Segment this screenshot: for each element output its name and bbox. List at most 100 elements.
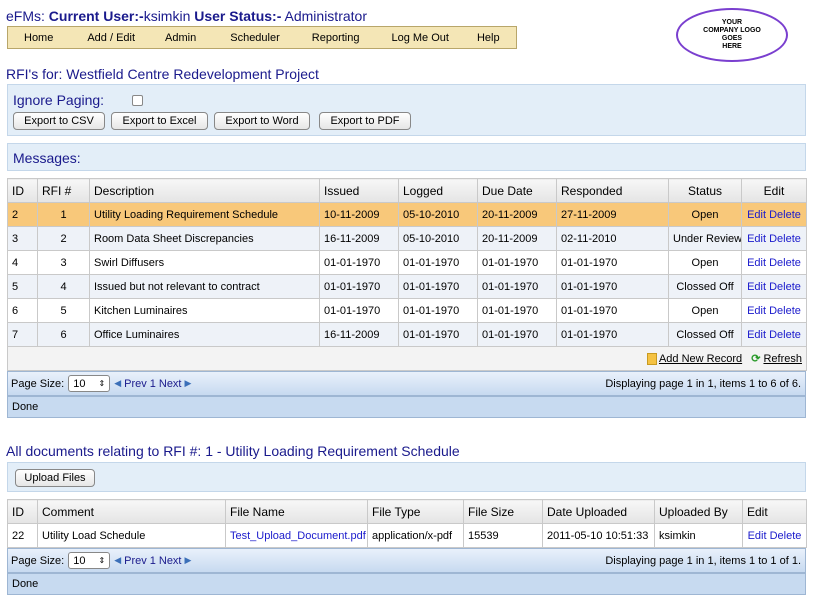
cell-issued: 01-01-1970 bbox=[319, 250, 399, 275]
delete-link[interactable]: Delete bbox=[770, 530, 802, 542]
table-row[interactable]: 5 4 Issued but not relevant to contract … bbox=[7, 274, 807, 299]
edit-link[interactable]: Edit bbox=[747, 305, 766, 317]
col-file-name[interactable]: File Name bbox=[225, 499, 368, 524]
documents-grid: ID Comment File Name File Type File Size… bbox=[7, 499, 807, 595]
stepper-icon: ⇕ bbox=[98, 556, 106, 565]
col-rfi[interactable]: RFI # bbox=[37, 178, 90, 203]
cell-status: Clossed Off bbox=[668, 322, 742, 347]
delete-link[interactable]: Delete bbox=[769, 305, 801, 317]
documents-status-bar: Done bbox=[7, 573, 806, 595]
cell-description: Kitchen Luminaires bbox=[89, 298, 320, 323]
ignore-paging-checkbox[interactable] bbox=[132, 95, 143, 106]
prev-link[interactable]: Prev bbox=[124, 378, 147, 390]
delete-link[interactable]: Delete bbox=[769, 233, 801, 245]
add-new-record-link[interactable]: Add New Record bbox=[659, 353, 742, 365]
app-header: eFMs: Current User:-ksimkin User Status:… bbox=[6, 8, 367, 24]
table-header: ID Comment File Name File Type File Size… bbox=[7, 499, 807, 524]
cell-issued: 16-11-2009 bbox=[319, 322, 399, 347]
delete-link[interactable]: Delete bbox=[769, 329, 801, 341]
col-comment[interactable]: Comment bbox=[37, 499, 226, 524]
col-file-size[interactable]: File Size bbox=[463, 499, 543, 524]
col-uploaded-by[interactable]: Uploaded By bbox=[654, 499, 743, 524]
table-row[interactable]: 3 2 Room Data Sheet Discrepancies 16-11-… bbox=[7, 226, 807, 251]
cell-due: 01-01-1970 bbox=[477, 250, 557, 275]
table-footer-row: Add New Record ⟳ Refresh bbox=[7, 346, 807, 371]
upload-files-button[interactable]: Upload Files bbox=[15, 469, 95, 487]
col-id[interactable]: ID bbox=[7, 499, 38, 524]
col-date-uploaded[interactable]: Date Uploaded bbox=[542, 499, 655, 524]
cell-description: Office Luminaires bbox=[89, 322, 320, 347]
page-size-label: Page Size: bbox=[11, 377, 65, 390]
prev-arrow-icon: ◀ bbox=[114, 378, 122, 388]
col-id[interactable]: ID bbox=[7, 178, 38, 203]
cell-id: 7 bbox=[7, 322, 38, 347]
menu-log-me-out[interactable]: Log Me Out bbox=[391, 32, 448, 44]
edit-link[interactable]: Edit bbox=[747, 233, 766, 245]
page-size-select[interactable]: 10 ⇕ bbox=[68, 375, 111, 392]
table-row[interactable]: 2 1 Utility Loading Requirement Schedule… bbox=[7, 202, 807, 227]
table-row[interactable]: 7 6 Office Luminaires 16-11-2009 01-01-1… bbox=[7, 322, 807, 347]
company-logo: YOUR COMPANY LOGO GOES HERE bbox=[676, 8, 788, 62]
cell-uploaded-by: ksimkin bbox=[654, 523, 743, 548]
cell-edit: Edit Delete bbox=[741, 226, 807, 251]
col-status[interactable]: Status bbox=[668, 178, 742, 203]
col-responded[interactable]: Responded bbox=[556, 178, 669, 203]
page-number[interactable]: 1 bbox=[150, 378, 156, 390]
paging-info: Displaying page 1 in 1, items 1 to 1 of … bbox=[605, 554, 801, 567]
table-row[interactable]: 4 3 Swirl Diffusers 01-01-1970 01-01-197… bbox=[7, 250, 807, 275]
prev-link[interactable]: Prev bbox=[124, 555, 147, 567]
col-due-date[interactable]: Due Date bbox=[477, 178, 557, 203]
export-csv-button[interactable]: Export to CSV bbox=[13, 112, 105, 130]
menu-help[interactable]: Help bbox=[477, 32, 500, 44]
edit-link[interactable]: Edit bbox=[747, 209, 766, 221]
cell-logged: 01-01-1970 bbox=[398, 250, 478, 275]
cell-edit: Edit Delete bbox=[741, 274, 807, 299]
cell-description: Room Data Sheet Discrepancies bbox=[89, 226, 320, 251]
menu-reporting[interactable]: Reporting bbox=[312, 32, 360, 44]
cell-status: Clossed Off bbox=[668, 274, 742, 299]
next-link[interactable]: Next bbox=[159, 378, 182, 390]
delete-link[interactable]: Delete bbox=[769, 209, 801, 221]
status-text: Done bbox=[12, 578, 39, 590]
edit-link[interactable]: Edit bbox=[747, 281, 766, 293]
delete-link[interactable]: Delete bbox=[769, 257, 801, 269]
cell-rfi: 3 bbox=[37, 250, 90, 275]
edit-link[interactable]: Edit bbox=[748, 530, 767, 542]
ignore-paging-label: Ignore Paging: bbox=[13, 92, 105, 108]
menu-admin[interactable]: Admin bbox=[165, 32, 196, 44]
current-user-label: Current User:- bbox=[48, 8, 144, 24]
table-row[interactable]: 22 Utility Load Schedule Test_Upload_Doc… bbox=[7, 523, 807, 548]
col-file-type[interactable]: File Type bbox=[367, 499, 464, 524]
cell-logged: 01-01-1970 bbox=[398, 298, 478, 323]
page-number[interactable]: 1 bbox=[150, 555, 156, 567]
menu-add-edit[interactable]: Add / Edit bbox=[87, 32, 135, 44]
page-size-value: 10 bbox=[73, 377, 86, 390]
table-row[interactable]: 6 5 Kitchen Luminaires 01-01-1970 01-01-… bbox=[7, 298, 807, 323]
cell-status: Open bbox=[668, 250, 742, 275]
edit-link[interactable]: Edit bbox=[747, 257, 766, 269]
edit-link[interactable]: Edit bbox=[747, 329, 766, 341]
page-size-select[interactable]: 10 ⇕ bbox=[68, 552, 111, 569]
add-record-icon bbox=[646, 353, 657, 366]
delete-link[interactable]: Delete bbox=[769, 281, 801, 293]
col-logged[interactable]: Logged bbox=[398, 178, 478, 203]
export-word-button[interactable]: Export to Word bbox=[214, 112, 310, 130]
col-issued[interactable]: Issued bbox=[319, 178, 399, 203]
main-menu: Home Add / Edit Admin Scheduler Reportin… bbox=[7, 26, 517, 49]
cell-responded: 01-01-1970 bbox=[556, 250, 669, 275]
export-excel-button[interactable]: Export to Excel bbox=[111, 112, 208, 130]
page-size-value: 10 bbox=[73, 554, 86, 567]
user-status: Administrator bbox=[284, 8, 367, 24]
refresh-link[interactable]: Refresh bbox=[763, 353, 802, 365]
menu-scheduler[interactable]: Scheduler bbox=[230, 32, 280, 44]
menu-home[interactable]: Home bbox=[24, 32, 53, 44]
documents-title: All documents relating to RFI #: 1 - Uti… bbox=[6, 443, 460, 459]
col-description[interactable]: Description bbox=[89, 178, 320, 203]
logo-line: HERE bbox=[722, 43, 742, 50]
next-link[interactable]: Next bbox=[159, 555, 182, 567]
file-name-link[interactable]: Test_Upload_Document.pdf bbox=[225, 523, 368, 548]
documents-table: ID Comment File Name File Type File Size… bbox=[7, 499, 807, 548]
cell-rfi: 4 bbox=[37, 274, 90, 299]
export-pdf-button[interactable]: Export to PDF bbox=[319, 112, 411, 130]
cell-rfi: 1 bbox=[37, 202, 90, 227]
